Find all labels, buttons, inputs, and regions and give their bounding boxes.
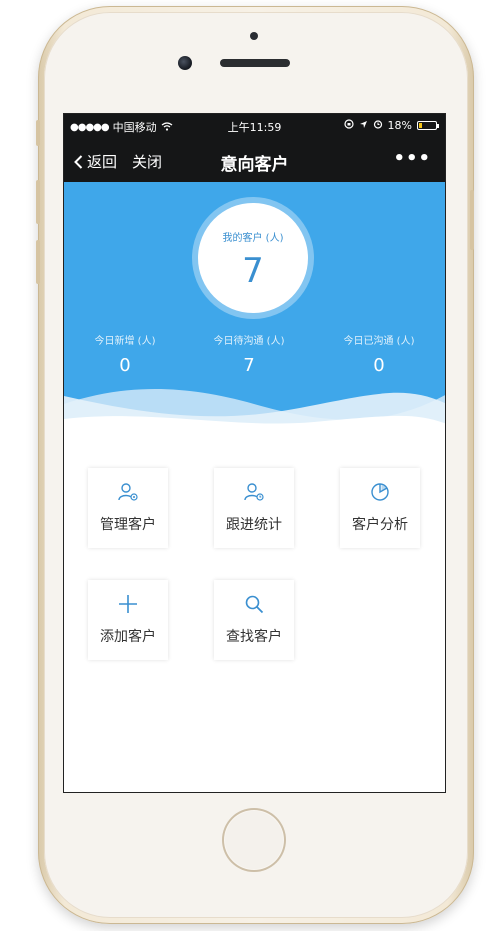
summary-header: 我的客户 (人) 7 今日新增 (人) 0 今日待沟通 (人) 7 今日已沟通 … xyxy=(64,182,445,444)
battery-fill xyxy=(419,123,422,128)
stat-label: 今日已沟通 (人) xyxy=(343,336,415,347)
wave-decoration xyxy=(64,389,445,444)
follow-up-stats-tile[interactable]: 跟进统计 xyxy=(214,468,294,548)
battery-percent: 18% xyxy=(387,119,412,132)
stat-pending-today: 今日待沟通 (人) 7 xyxy=(194,332,304,376)
lock-rotation-icon xyxy=(343,119,354,132)
navigation-bar: 返回 关闭 意向客户 ••• xyxy=(64,138,445,182)
find-customer-tile[interactable]: 查找客户 xyxy=(214,580,294,660)
location-icon xyxy=(359,119,368,132)
volume-up-button xyxy=(36,180,40,224)
search-icon xyxy=(214,594,294,614)
pie-chart-icon xyxy=(340,482,420,502)
manage-customers-icon xyxy=(88,482,168,502)
volume-down-button xyxy=(36,240,40,284)
sensor xyxy=(250,32,258,40)
tile-label: 管理客户 xyxy=(100,517,156,533)
power-button xyxy=(470,190,474,250)
stat-label: 今日新增 (人) xyxy=(94,336,156,347)
my-customers-count: 7 xyxy=(242,251,264,291)
stat-contacted-today: 今日已沟通 (人) 0 xyxy=(324,332,434,376)
phone-screen: ●●●●● 中国移动 上午11:59 18% 返回 关闭 意向客户 ••• 我的… xyxy=(63,113,446,793)
side-button xyxy=(36,120,40,146)
front-camera xyxy=(178,56,192,70)
tile-label: 客户分析 xyxy=(352,517,408,533)
battery-icon xyxy=(417,121,439,130)
tile-label: 查找客户 xyxy=(226,629,282,645)
manage-customers-tile[interactable]: 管理客户 xyxy=(88,468,168,548)
stat-label: 今日待沟通 (人) xyxy=(213,336,285,347)
follow-up-stats-icon xyxy=(214,482,294,502)
alarm-icon xyxy=(373,119,383,132)
my-customers-label: 我的客户 (人) xyxy=(222,233,284,244)
tile-label: 添加客户 xyxy=(100,629,156,645)
page-title: 意向客户 xyxy=(220,155,289,175)
status-bar: ●●●●● 中国移动 上午11:59 18% xyxy=(64,114,445,138)
stat-value: 0 xyxy=(373,355,385,376)
stat-value: 0 xyxy=(119,355,131,376)
add-customer-tile[interactable]: 添加客户 xyxy=(88,580,168,660)
tile-label: 跟进统计 xyxy=(226,517,282,533)
more-menu-button[interactable]: ••• xyxy=(393,148,431,169)
stat-new-today: 今日新增 (人) 0 xyxy=(70,332,180,376)
home-button[interactable] xyxy=(222,808,286,872)
my-customers-circle[interactable]: 我的客户 (人) 7 xyxy=(198,203,308,313)
plus-icon xyxy=(88,594,168,614)
earpiece-speaker xyxy=(220,59,290,67)
customer-analysis-tile[interactable]: 客户分析 xyxy=(340,468,420,548)
stat-value: 7 xyxy=(243,355,255,376)
